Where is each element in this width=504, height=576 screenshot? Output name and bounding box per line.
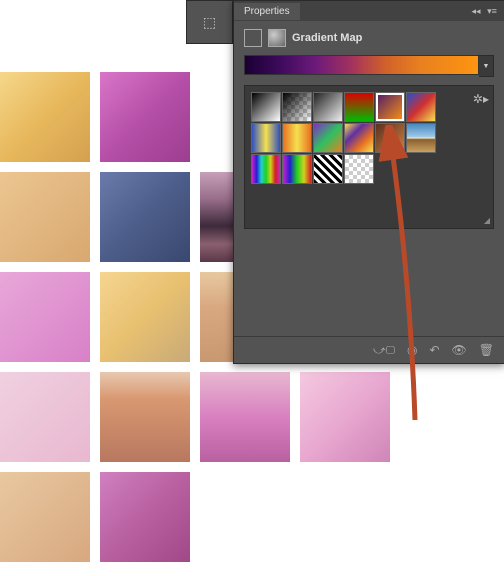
preset-blue-red-yellow[interactable] bbox=[406, 92, 436, 122]
image-tile bbox=[0, 272, 90, 362]
clip-to-layer-icon[interactable]: ⤻▢ bbox=[373, 343, 395, 358]
image-tile bbox=[300, 372, 390, 462]
preset-spectrum[interactable] bbox=[251, 154, 281, 184]
gradient-selector: ▼ bbox=[244, 55, 494, 77]
preset-violet-orange[interactable] bbox=[375, 92, 405, 122]
preset-chrome[interactable] bbox=[406, 123, 436, 153]
preset-transparent[interactable] bbox=[344, 154, 374, 184]
gradient-dropdown-button[interactable]: ▼ bbox=[479, 55, 494, 77]
preset-yellow-violet-orange[interactable] bbox=[344, 123, 374, 153]
image-tile bbox=[100, 72, 190, 162]
preset-fg-transparent[interactable] bbox=[282, 92, 312, 122]
preset-rainbow-transparent[interactable] bbox=[282, 154, 312, 184]
collapse-icon[interactable]: ◂◂ bbox=[470, 5, 482, 17]
image-tile bbox=[100, 172, 190, 262]
visibility-icon[interactable]: 👁 bbox=[452, 343, 467, 357]
image-tile bbox=[100, 372, 190, 462]
image-tile bbox=[0, 372, 90, 462]
image-tile bbox=[100, 472, 190, 562]
gradient-preview[interactable] bbox=[244, 55, 479, 75]
panel-menu-icon[interactable]: ▾≡ bbox=[486, 5, 498, 17]
image-tile bbox=[200, 372, 290, 462]
adjustment-header: Gradient Map bbox=[244, 29, 494, 47]
preset-copper[interactable] bbox=[375, 123, 405, 153]
panel-tab-bar: Properties ◂◂ ▾≡ bbox=[234, 1, 504, 21]
image-tile bbox=[100, 272, 190, 362]
preset-black-white[interactable] bbox=[251, 92, 281, 122]
properties-tab[interactable]: Properties bbox=[234, 3, 300, 20]
layer-mask-icon[interactable] bbox=[244, 29, 262, 47]
preset-black-white-soft[interactable] bbox=[313, 92, 343, 122]
3d-icon: ⬚ bbox=[203, 14, 216, 31]
tool-dock[interactable]: ⬚ bbox=[186, 0, 233, 44]
preset-blue-yellow-blue[interactable] bbox=[251, 123, 281, 153]
properties-panel: Properties ◂◂ ▾≡ Gradient Map ▼ ✲▸ ◢ ⤻▢ … bbox=[233, 0, 504, 364]
trash-icon[interactable]: 🗑 bbox=[479, 343, 494, 357]
image-tile bbox=[0, 472, 90, 562]
panel-body: Gradient Map ▼ ✲▸ ◢ bbox=[234, 21, 504, 237]
preset-violet-green-orange[interactable] bbox=[313, 123, 343, 153]
preset-gear-icon[interactable]: ✲▸ bbox=[473, 92, 489, 106]
preset-red-green[interactable] bbox=[344, 92, 374, 122]
reset-icon[interactable]: ↶ bbox=[429, 343, 439, 357]
preset-orange-yellow-orange[interactable] bbox=[282, 123, 312, 153]
image-tile bbox=[0, 172, 90, 262]
view-previous-icon[interactable]: ◉ bbox=[407, 343, 417, 357]
resize-handle-icon[interactable]: ◢ bbox=[484, 216, 490, 225]
image-tile bbox=[0, 72, 90, 162]
adjustment-name: Gradient Map bbox=[292, 32, 362, 44]
panel-footer: ⤻▢ ◉ ↶ 👁 🗑 bbox=[234, 336, 504, 363]
adjustment-icon[interactable] bbox=[268, 29, 286, 47]
preset-stripes[interactable] bbox=[313, 154, 343, 184]
gradient-presets: ✲▸ ◢ bbox=[244, 85, 494, 229]
